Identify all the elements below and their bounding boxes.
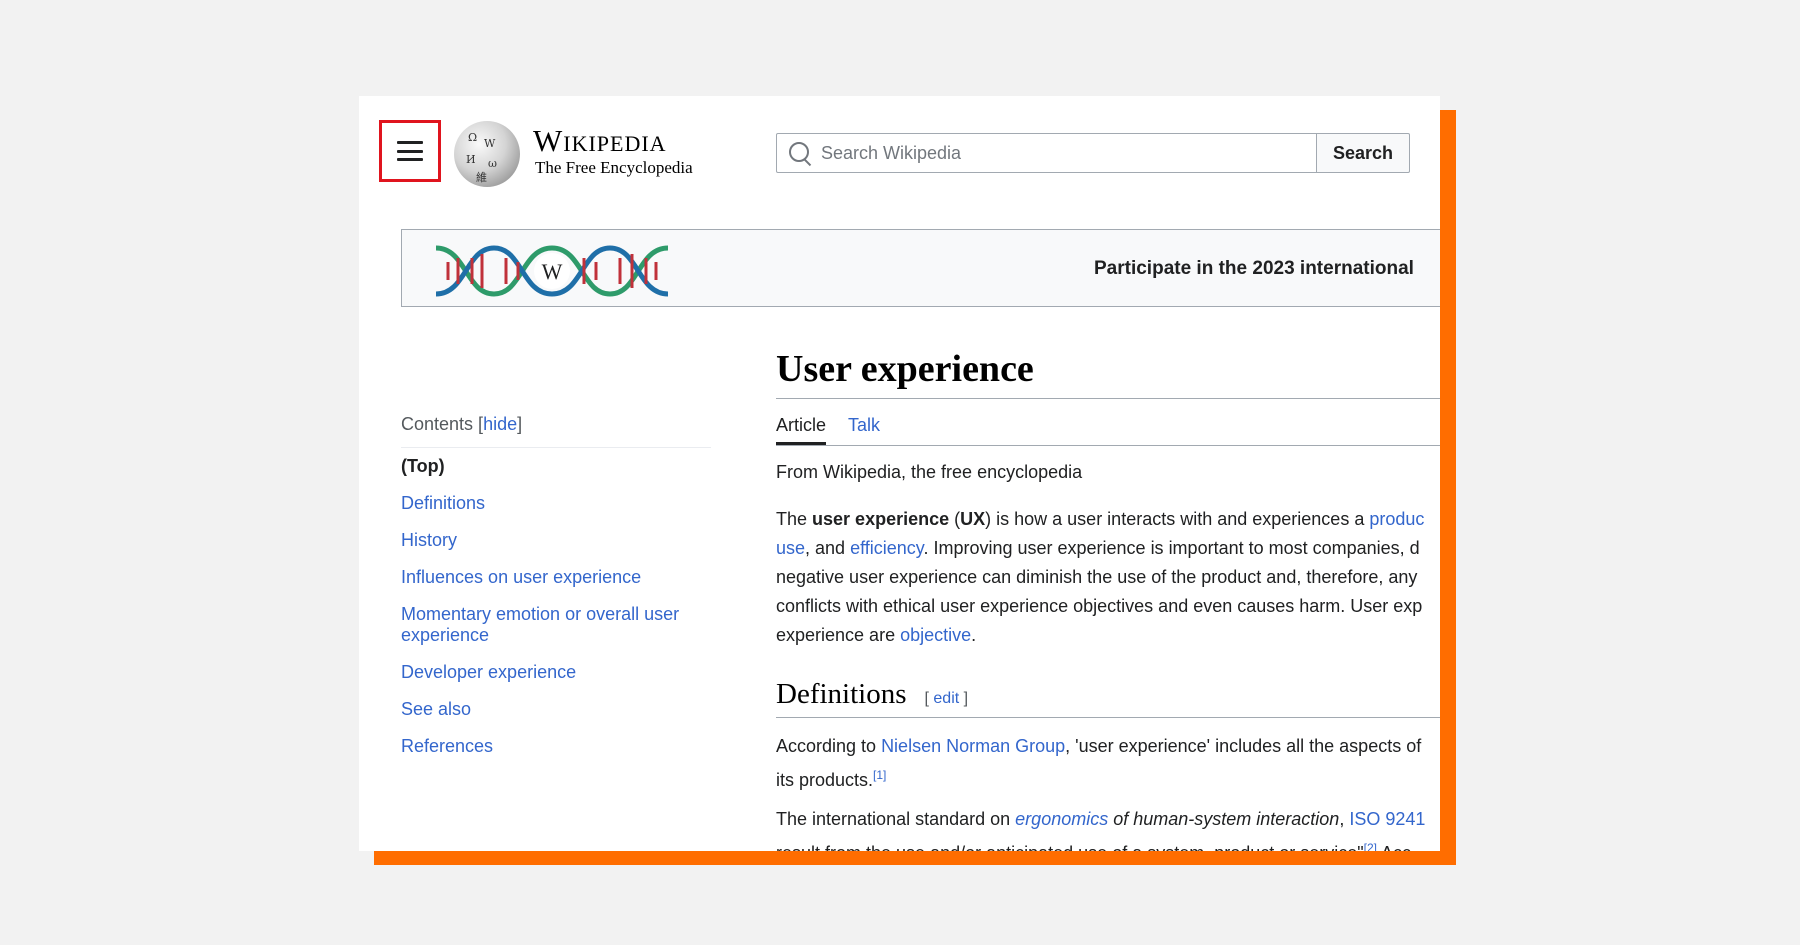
edit-link[interactable]: edit xyxy=(933,690,959,707)
intro-line: negative user experience can diminish th… xyxy=(776,567,1418,587)
wikipedia-wordmark[interactable]: Wikipedia The Free Encyclopedia xyxy=(533,124,693,178)
reference-1[interactable]: [1] xyxy=(873,768,886,782)
link-objective[interactable]: objective xyxy=(900,625,971,645)
page-title: User experience xyxy=(776,346,1440,399)
definition-paragraph-2: The international standard on ergonomics… xyxy=(776,805,1440,851)
definition-paragraph-1: According to Nielsen Norman Group, 'user… xyxy=(776,736,1422,790)
toc-item-developer-experience[interactable]: Developer experience xyxy=(401,662,711,683)
wordmark-tagline: The Free Encyclopedia xyxy=(535,158,693,177)
link-iso-9241[interactable]: ISO 9241 xyxy=(1349,809,1425,829)
link-product[interactable]: produc xyxy=(1369,509,1424,529)
toc-item-definitions[interactable]: Definitions xyxy=(401,493,711,514)
link-ergonomics[interactable]: ergonomics xyxy=(1015,809,1108,829)
search-input[interactable] xyxy=(817,141,1303,165)
link-nielsen-norman-group[interactable]: Nielsen Norman Group xyxy=(881,736,1065,756)
section-heading-definitions: Definitions [ edit ] xyxy=(776,678,1440,718)
table-of-contents: Contents [hide] (Top) Definitions Histor… xyxy=(401,414,711,757)
intro-line: experience are objective. xyxy=(776,625,977,645)
search-icon xyxy=(777,133,817,173)
search-field[interactable] xyxy=(776,133,1317,173)
toc-heading: Contents [hide] xyxy=(401,414,711,448)
wikipedia-globe-logo[interactable]: Ω W И ω 維 xyxy=(454,121,520,187)
toc-item-influences[interactable]: Influences on user experience xyxy=(401,567,711,588)
wordmark-name: Wikipedia xyxy=(533,123,667,158)
intro-line: The user experience (UX) is how a user i… xyxy=(776,509,1425,529)
section-heading-text: Definitions xyxy=(776,678,907,710)
toc-item-history[interactable]: History xyxy=(401,530,711,551)
toc-list: (Top) Definitions History Influences on … xyxy=(401,456,711,757)
toc-item-see-also[interactable]: See also xyxy=(401,699,711,720)
toc-item-top[interactable]: (Top) xyxy=(401,456,711,477)
toc-heading-label: Contents xyxy=(401,414,474,434)
toc-hide-link[interactable]: hide xyxy=(483,414,517,434)
hamburger-icon xyxy=(397,141,423,161)
dna-w-logo-icon: W xyxy=(436,245,668,297)
reference-2[interactable]: [2] xyxy=(1364,841,1377,851)
main-menu-button[interactable] xyxy=(379,120,441,182)
tab-article[interactable]: Article xyxy=(776,399,827,445)
section-edit: [ edit ] xyxy=(924,690,969,707)
intro-line: use, and efficiency. Improving user expe… xyxy=(776,538,1420,558)
browser-viewport: Ω W И ω 維 Wikipedia The Free Encyclopedi… xyxy=(359,96,1440,851)
svg-text:W: W xyxy=(542,259,563,284)
tab-talk[interactable]: Talk xyxy=(848,399,880,445)
intro-line: conflicts with ethical user experience o… xyxy=(776,596,1423,616)
link-use[interactable]: use xyxy=(776,538,805,558)
banner-text[interactable]: Participate in the 2023 international xyxy=(1094,258,1414,280)
site-subtitle: From Wikipedia, the free encyclopedia xyxy=(776,462,1083,482)
link-efficiency[interactable]: efficiency xyxy=(850,538,923,558)
article-body: User experience Article Talk From Wikipe… xyxy=(776,346,1440,851)
toc-item-momentary-emotion[interactable]: Momentary emotion or overall user experi… xyxy=(401,604,711,646)
search-button[interactable]: Search xyxy=(1317,133,1410,173)
fundraising-banner[interactable]: W Participate in the 2023 international xyxy=(401,229,1440,307)
intro-paragraph: The user experience (UX) is how a user i… xyxy=(776,505,1440,650)
page-tabs: Article Talk xyxy=(776,399,1440,446)
toc-item-references[interactable]: References xyxy=(401,736,711,757)
